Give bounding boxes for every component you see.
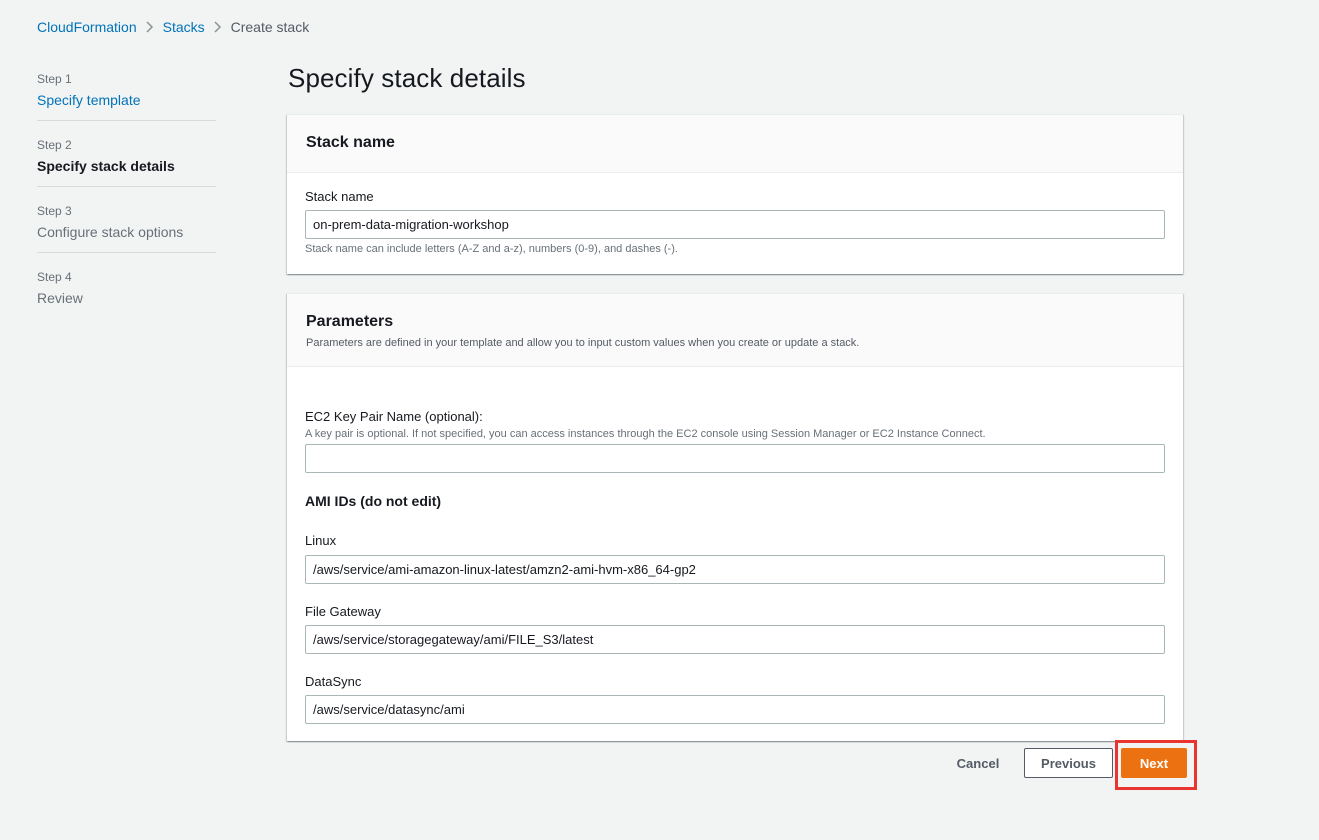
panel-header: Parameters Parameters are defined in you…: [287, 294, 1183, 367]
step-1: Step 1 Specify template: [37, 66, 216, 121]
stack-name-hint: Stack name can include letters (A-Z and …: [305, 243, 678, 255]
panel-body: Stack name Stack name can include letter…: [287, 189, 1183, 255]
step-4: Step 4 Review: [37, 264, 216, 319]
key-pair-label: EC2 Key Pair Name (optional):: [305, 409, 483, 424]
step-number: Step 2: [37, 138, 72, 152]
step-3: Step 3 Configure stack options: [37, 198, 216, 253]
panel-description: Parameters are defined in your template …: [306, 337, 860, 349]
datasync-ami-input[interactable]: [305, 695, 1165, 724]
panel-title: Parameters: [306, 313, 394, 330]
step-2: Step 2 Specify stack details: [37, 132, 216, 187]
file-gateway-label: File Gateway: [305, 604, 381, 619]
panel-header: Stack name: [287, 115, 1183, 173]
key-pair-input[interactable]: [305, 444, 1165, 473]
step-number: Step 4: [37, 270, 72, 284]
file-gateway-ami-input[interactable]: [305, 625, 1165, 654]
step-number: Step 1: [37, 72, 72, 86]
linux-ami-input[interactable]: [305, 555, 1165, 584]
step-title-configure-stack-options: Configure stack options: [37, 224, 184, 240]
step-title-review: Review: [37, 290, 83, 306]
chevron-right-icon: [137, 19, 163, 35]
breadcrumb-cloudformation[interactable]: CloudFormation: [37, 19, 137, 35]
ami-section-title: AMI IDs (do not edit): [305, 493, 442, 509]
panel-title: Stack name: [306, 134, 395, 151]
step-number: Step 3: [37, 204, 72, 218]
page-title: Specify stack details: [288, 63, 526, 93]
wizard-steps: Step 1 Specify template Step 2 Specify s…: [37, 66, 216, 330]
parameters-panel: Parameters Parameters are defined in you…: [287, 293, 1183, 741]
stack-name-panel: Stack name Stack name Stack name can inc…: [287, 114, 1183, 274]
step-title-specify-stack-details: Specify stack details: [37, 158, 175, 174]
breadcrumb-stacks[interactable]: Stacks: [163, 19, 205, 35]
step-link-specify-template[interactable]: Specify template: [37, 90, 216, 110]
panel-body: EC2 Key Pair Name (optional): A key pair…: [287, 409, 1183, 724]
datasync-label: DataSync: [305, 674, 362, 689]
next-button[interactable]: Next: [1121, 748, 1187, 778]
stack-name-label: Stack name: [305, 189, 374, 204]
breadcrumb-create-stack: Create stack: [230, 19, 310, 35]
linux-label: Linux: [305, 533, 337, 548]
previous-button[interactable]: Previous: [1024, 748, 1113, 778]
cancel-button[interactable]: Cancel: [944, 748, 1012, 778]
key-pair-description: A key pair is optional. If not specified…: [305, 428, 986, 440]
stack-name-input[interactable]: [305, 210, 1165, 239]
chevron-right-icon: [205, 19, 231, 35]
breadcrumb: CloudFormation Stacks Create stack: [37, 18, 309, 36]
